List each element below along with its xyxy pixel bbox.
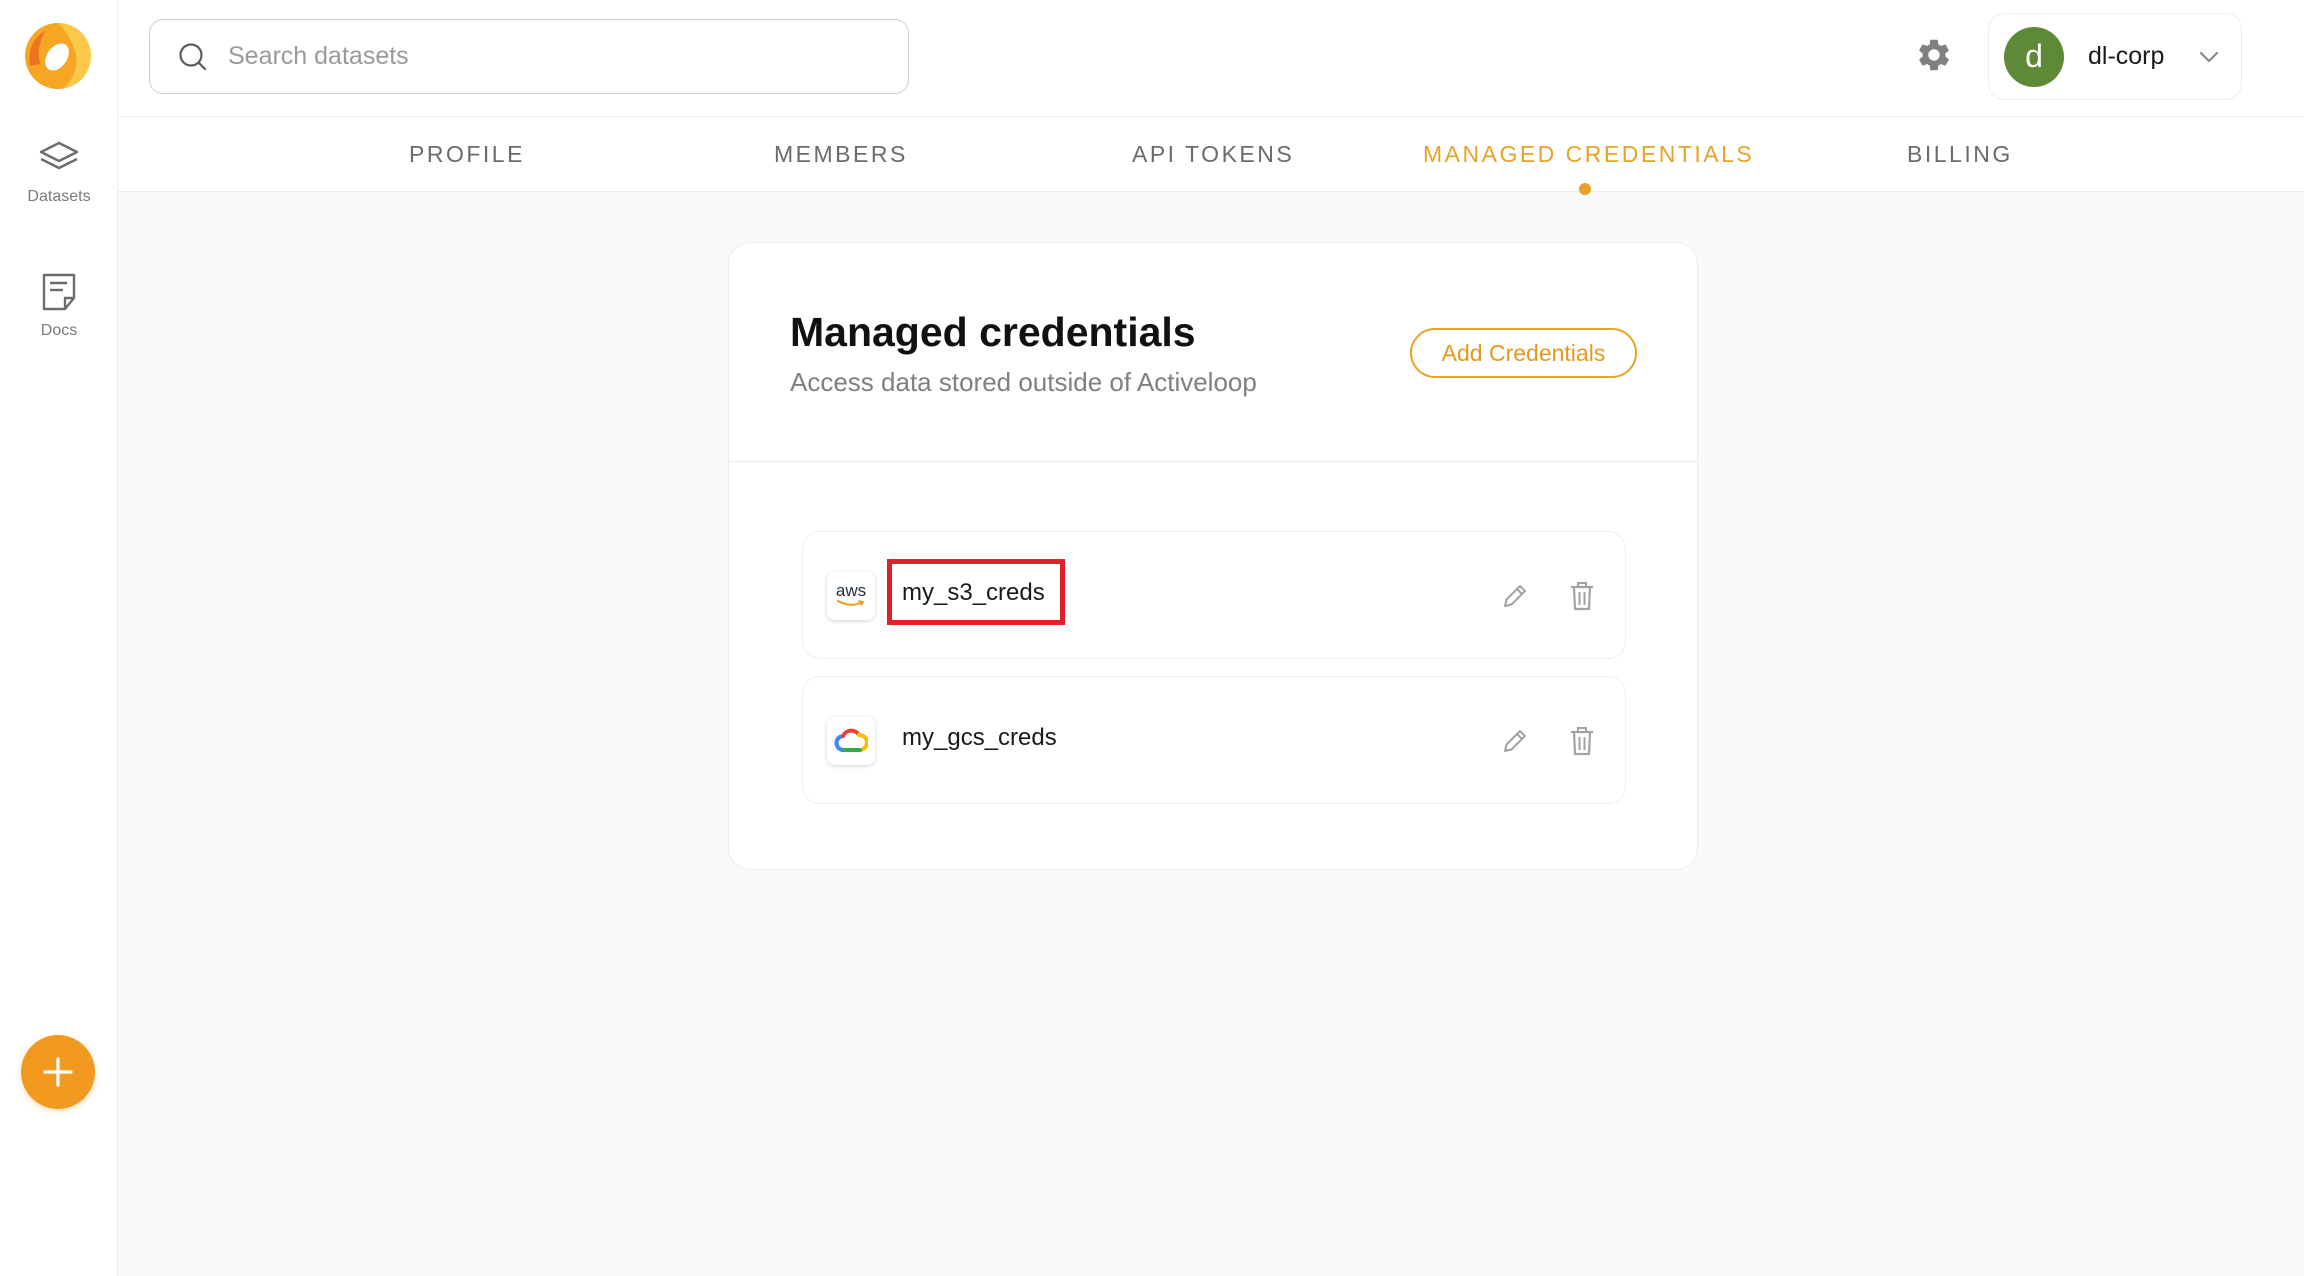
tab-profile[interactable]: PROFILE bbox=[409, 141, 525, 168]
sidebar-item-label: Docs bbox=[40, 322, 78, 339]
avatar: d bbox=[2004, 26, 2064, 87]
delete-credential-button[interactable] bbox=[1568, 580, 1596, 617]
top-bar: d dl-corp bbox=[118, 0, 2304, 116]
sidebar-item-docs[interactable]: Docs bbox=[0, 272, 118, 340]
add-credentials-button[interactable]: Add Credentials bbox=[1410, 328, 1637, 378]
credential-row[interactable]: aws my_s3_creds bbox=[802, 531, 1626, 659]
sidebar-item-datasets[interactable]: Datasets bbox=[0, 140, 118, 206]
active-tab-indicator bbox=[1579, 183, 1591, 195]
sidebar-item-label: Datasets bbox=[27, 188, 91, 205]
tab-billing[interactable]: BILLING bbox=[1907, 141, 2013, 168]
search-box[interactable] bbox=[149, 19, 909, 94]
edit-credential-button[interactable] bbox=[1500, 726, 1530, 761]
tab-api-tokens[interactable]: API TOKENS bbox=[1132, 141, 1294, 168]
organization-switcher[interactable]: d dl-corp bbox=[1988, 13, 2242, 100]
sidebar: Datasets Docs bbox=[0, 0, 118, 1276]
credential-row[interactable]: my_gcs_creds bbox=[802, 676, 1626, 804]
trash-icon bbox=[1571, 727, 1593, 756]
page-subtitle: Access data stored outside of Activeloop bbox=[790, 367, 1257, 397]
aws-icon-label: aws bbox=[835, 581, 867, 600]
chevron-down-icon bbox=[2199, 51, 2219, 62]
settings-button[interactable] bbox=[1915, 36, 1953, 79]
divider bbox=[729, 461, 1697, 462]
credential-name[interactable]: my_gcs_creds bbox=[902, 724, 1057, 752]
page-title: Managed credentials bbox=[790, 309, 1196, 355]
organization-name: dl-corp bbox=[2088, 42, 2165, 70]
credential-name[interactable]: my_s3_creds bbox=[902, 579, 1045, 607]
tab-managed-credentials[interactable]: MANAGED CREDENTIALS bbox=[1423, 141, 1754, 168]
search-input[interactable] bbox=[228, 42, 868, 71]
gear-icon bbox=[1919, 39, 1949, 71]
edit-credential-button[interactable] bbox=[1500, 581, 1530, 616]
tab-members[interactable]: MEMBERS bbox=[774, 141, 908, 168]
create-button[interactable] bbox=[21, 1035, 95, 1109]
search-icon bbox=[179, 42, 207, 70]
pencil-icon bbox=[1504, 585, 1526, 607]
google-cloud-icon bbox=[827, 717, 875, 765]
plus-icon bbox=[43, 1057, 73, 1087]
managed-credentials-card: Managed credentials Access data stored o… bbox=[728, 242, 1698, 870]
aws-icon: aws bbox=[827, 572, 875, 620]
document-icon bbox=[42, 273, 76, 311]
trash-icon bbox=[1571, 582, 1593, 611]
delete-credential-button[interactable] bbox=[1568, 725, 1596, 762]
pencil-icon bbox=[1504, 730, 1526, 752]
settings-tabs: PROFILE MEMBERS API TOKENS MANAGED CREDE… bbox=[118, 116, 2304, 195]
layers-icon bbox=[39, 141, 79, 170]
activeloop-logo-icon[interactable] bbox=[24, 22, 92, 90]
